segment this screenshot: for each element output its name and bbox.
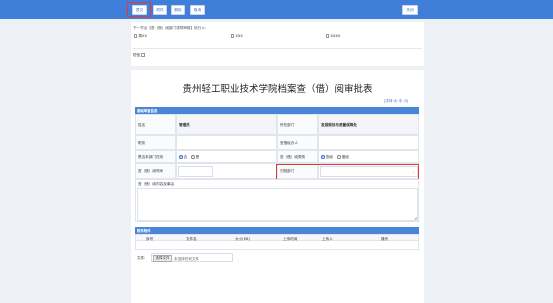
attachment-button[interactable]: 附件 — [153, 5, 167, 15]
next-step-text: 下一节点【查（借）阅部门领导审核】执行人： — [133, 26, 209, 30]
choose-file-button[interactable]: 选择文件 — [153, 255, 172, 262]
dept-field[interactable]: 发展规划与质量保障处 — [318, 114, 419, 135]
isdept-option-yes[interactable]: 是 — [191, 155, 199, 160]
sms-checkbox[interactable] — [141, 53, 145, 57]
radio-type-a[interactable] — [321, 155, 325, 159]
user-checkbox-c[interactable] — [326, 34, 330, 38]
no-file-text: 未选择任何文件 — [174, 256, 200, 261]
page-title: 贵州轻工职业技术学院档案查（借）阅审批表 — [182, 84, 373, 95]
user-checkbox-b[interactable] — [231, 34, 235, 38]
position-field[interactable] — [176, 135, 277, 150]
radio-type-b[interactable] — [337, 155, 341, 159]
attach-table-empty-row — [135, 241, 419, 250]
position-label-cell: 职务 — [135, 135, 176, 150]
handler-field[interactable] — [318, 135, 419, 150]
workflow-panel: 下一节点【查（借）阅部门领导审核】执行人： 周XX XXX XXXX 短信 — [131, 22, 424, 66]
highlight-box-submit — [127, 2, 151, 17]
upload-label: 文件: — [137, 256, 146, 260]
section-attach-header: 附件附件 — [135, 227, 419, 234]
radio-no[interactable] — [179, 155, 183, 159]
user-option-c[interactable]: XXXX — [326, 34, 340, 38]
radio-yes[interactable] — [191, 155, 195, 159]
attach-table-header: 序号 文件名 大小(KB) 上传时间 上传人 操作 — [135, 234, 419, 241]
divider — [133, 48, 422, 49]
type-option-b[interactable]: 借阅 — [337, 155, 349, 160]
top-toolbar — [0, 0, 553, 19]
name-field[interactable]: 管理员 — [176, 114, 277, 135]
sms-option[interactable]: 短信 — [133, 53, 146, 58]
resize-handle-icon[interactable]: ◢ — [414, 216, 416, 220]
file-input[interactable]: 选择文件 未选择任何文件 — [151, 253, 233, 262]
name-label-cell: 姓名 — [135, 114, 176, 135]
cancel-button[interactable]: 取消 — [190, 5, 205, 15]
type-option-a[interactable]: 查阅 — [321, 155, 333, 160]
content-cell: 查（借）阅内容及事由 ◢ — [135, 179, 419, 222]
isdept-label-cell: 是否本部门在岗 — [135, 150, 176, 163]
isdept-option-no[interactable]: 否 — [179, 155, 187, 160]
dept-label-cell: 所在部门 — [277, 114, 318, 135]
user-option-b[interactable]: XXX — [231, 34, 243, 38]
highlight-box-archive-dept — [276, 164, 419, 180]
font-size-switch: [字体:大 中 小] — [384, 99, 409, 103]
section-basic-header: 基础审查信息 — [135, 107, 419, 114]
font-mid-link[interactable]: 中 — [399, 99, 403, 103]
time-field-cell — [176, 163, 277, 179]
type-field: 查阅 借阅 — [318, 150, 419, 163]
isdept-field: 否 是 — [176, 150, 277, 163]
delete-button[interactable]: 删除 — [171, 5, 185, 15]
type-label-cell: 查（借）阅类别 — [277, 150, 318, 163]
handler-label-cell: 查借经办人 — [277, 135, 318, 150]
font-large-link[interactable]: 大 — [394, 99, 398, 103]
form-panel: 贵州轻工职业技术学院档案查（借）阅审批表 [字体:大 中 小] 基础审查信息 姓… — [131, 70, 424, 303]
content-label: 查（借）阅内容及事由 — [138, 182, 174, 186]
content-textarea[interactable]: ◢ — [137, 188, 418, 221]
time-label-cell: 查（借）阅时间 — [135, 163, 176, 179]
close-button[interactable]: 关闭 — [402, 5, 418, 15]
user-checkbox-a[interactable] — [134, 34, 138, 38]
user-option-a[interactable]: 周XX — [134, 34, 147, 39]
time-input[interactable] — [178, 166, 213, 177]
